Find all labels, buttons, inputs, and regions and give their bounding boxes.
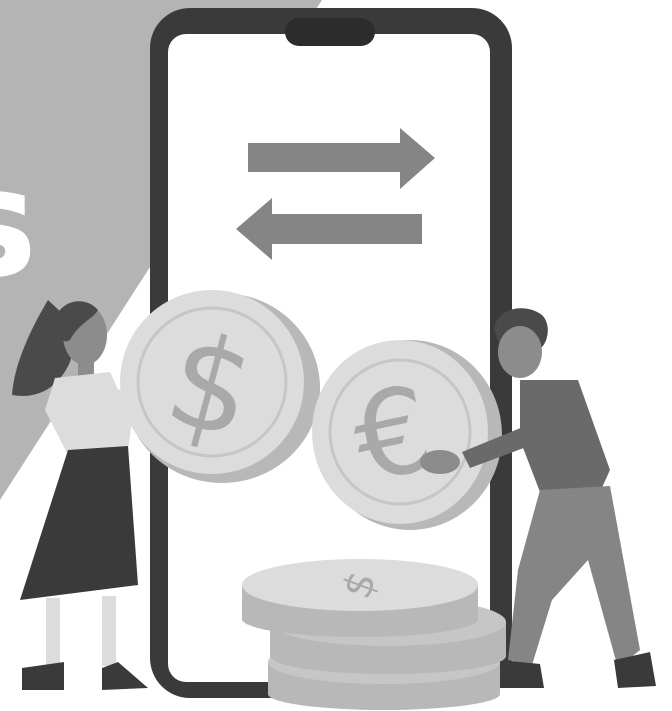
coin-stack-icon: $ [242,559,506,710]
currency-exchange-illustration: s $ [0,0,656,710]
partial-heading-letter: s [0,137,37,311]
